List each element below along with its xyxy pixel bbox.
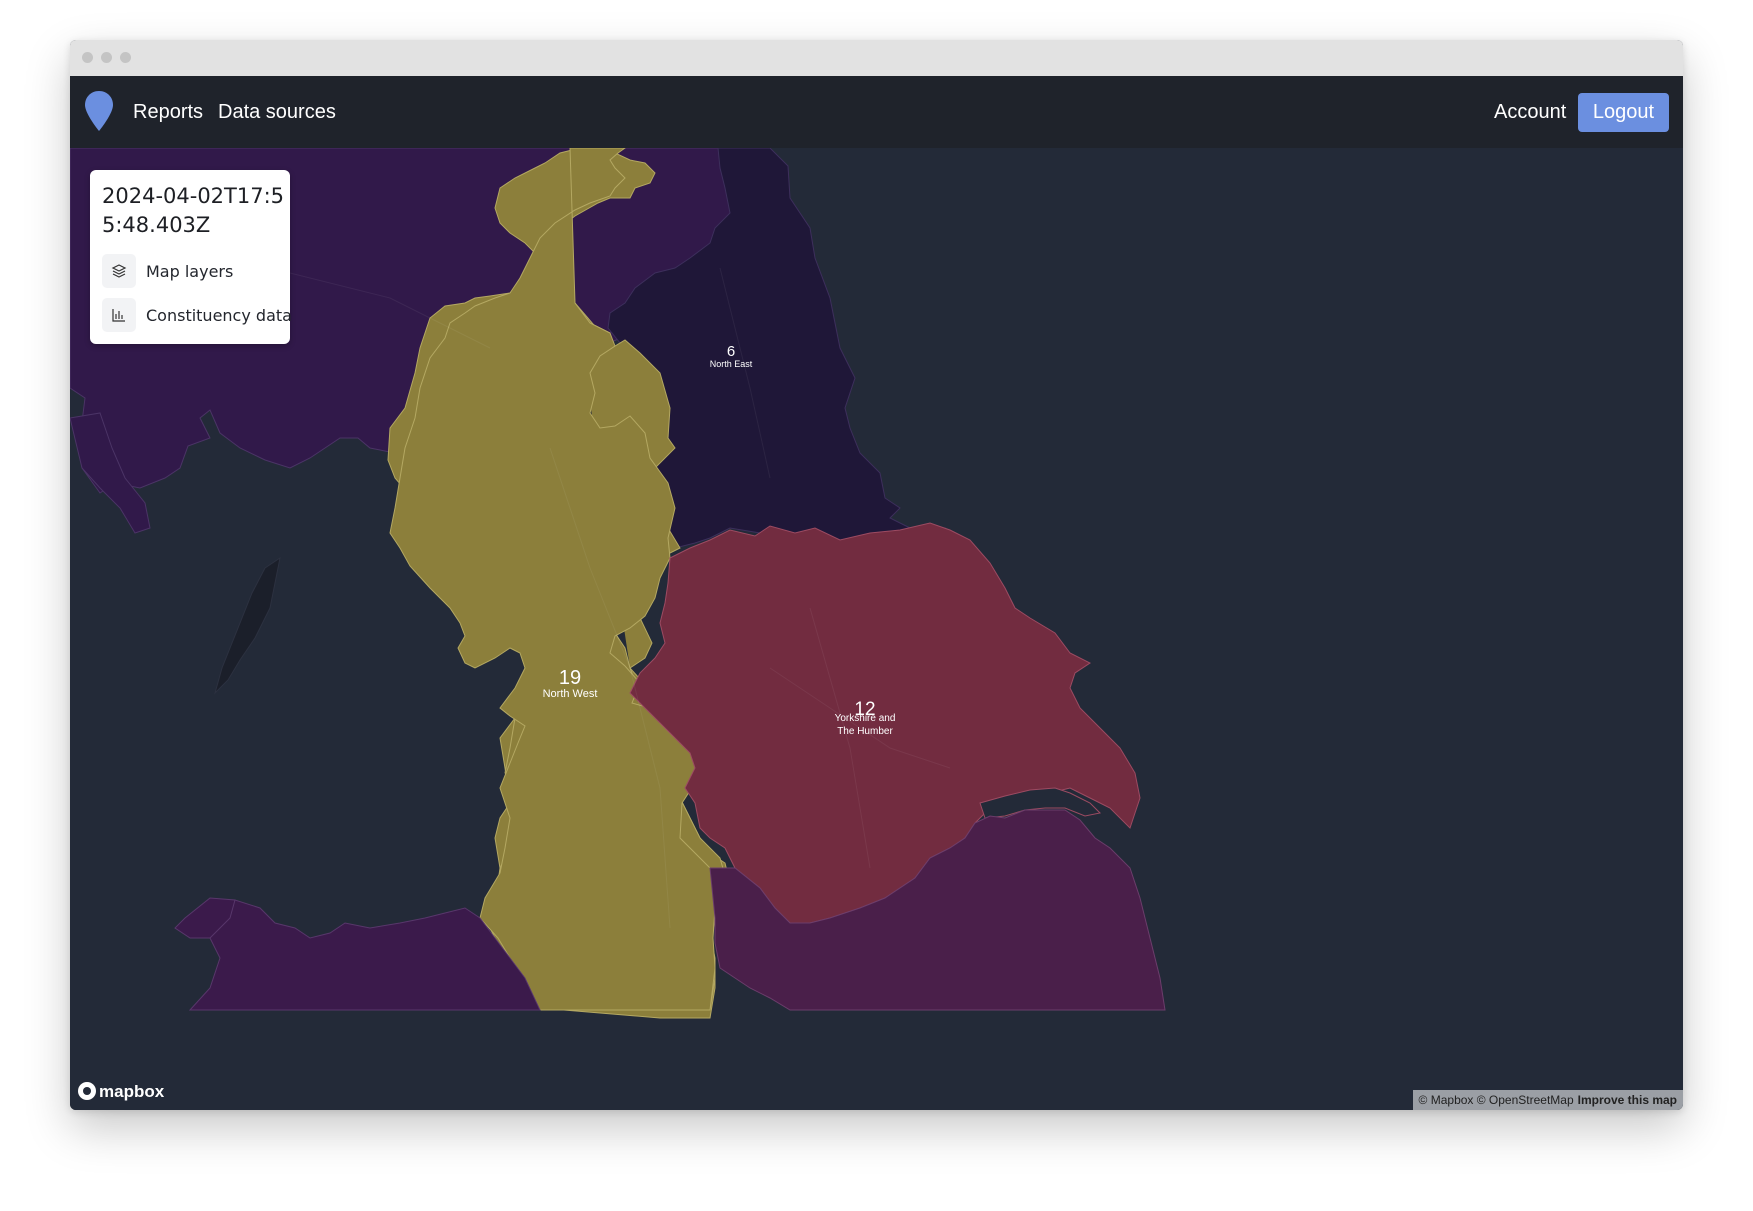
window-minimize-dot[interactable] bbox=[101, 52, 112, 63]
window-titlebar bbox=[70, 40, 1683, 76]
region-name: North West bbox=[542, 688, 598, 700]
nav-account-link[interactable]: Account bbox=[1494, 100, 1566, 124]
window-maximize-dot[interactable] bbox=[120, 52, 131, 63]
mapbox-logo[interactable]: mapbox bbox=[78, 1082, 164, 1102]
report-panel: 2024-04-02T17:55:48.403Z Map layers Cons… bbox=[90, 170, 292, 344]
map-pin-logo-icon[interactable] bbox=[84, 90, 114, 137]
constituency-data-label: Constituency data bbox=[146, 306, 292, 325]
improve-map-link[interactable]: Improve this map bbox=[1578, 1093, 1677, 1107]
mapbox-logo-text: mapbox bbox=[99, 1082, 165, 1101]
browser-window: Reports Data sources Account Logout 6 No… bbox=[70, 40, 1683, 1110]
mapbox-icon bbox=[78, 1082, 96, 1100]
region-name: North East bbox=[709, 359, 753, 369]
map-attribution: © Mapbox © OpenStreetMap Improve this map bbox=[1412, 1090, 1683, 1110]
region-count: 19 bbox=[558, 667, 582, 689]
region-label-north-east: 6 North East bbox=[710, 344, 753, 370]
bar-chart-icon bbox=[102, 298, 136, 332]
report-title: 2024-04-02T17:55:48.403Z bbox=[102, 184, 285, 237]
constituency-data-button[interactable]: Constituency data bbox=[102, 298, 292, 334]
logout-button[interactable]: Logout bbox=[1577, 93, 1669, 132]
map-layers-label: Map layers bbox=[146, 262, 234, 281]
attribution-text[interactable]: © Mapbox © OpenStreetMap bbox=[1419, 1093, 1574, 1107]
map-regions-layer bbox=[70, 148, 1166, 1019]
nav-data-sources-link[interactable]: Data sources bbox=[218, 100, 336, 124]
region-label-north-west: 19 North West bbox=[543, 668, 598, 702]
region-label-yorkshire: 12 Yorkshire and The Humber bbox=[825, 700, 905, 738]
window-close-dot[interactable] bbox=[82, 52, 93, 63]
isle-of-man bbox=[214, 556, 281, 695]
region-count: 6 bbox=[726, 343, 736, 360]
layers-icon bbox=[102, 254, 136, 288]
nav-reports-link[interactable]: Reports bbox=[133, 100, 203, 124]
top-navbar: Reports Data sources Account Logout bbox=[70, 76, 1683, 148]
map-canvas[interactable]: 6 North East 19 North West 12 Yorkshire … bbox=[70, 148, 1683, 1110]
map-layers-button[interactable]: Map layers bbox=[102, 254, 282, 290]
region-name: Yorkshire and The Humber bbox=[834, 713, 896, 737]
